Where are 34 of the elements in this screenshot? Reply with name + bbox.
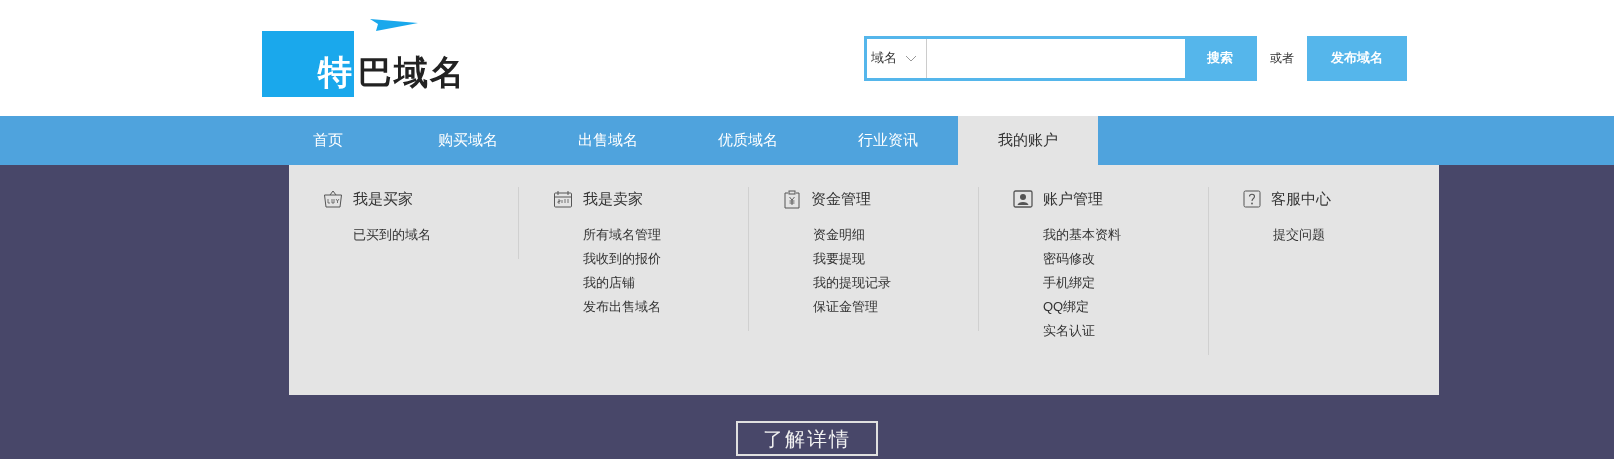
menu-link[interactable]: 我的提现记录 (813, 271, 891, 295)
menu-link[interactable]: 发布出售域名 (583, 295, 661, 319)
menu-link[interactable]: 实名认证 (1043, 319, 1095, 343)
menu-link[interactable]: 手机绑定 (1043, 271, 1095, 295)
menu-link[interactable]: 我的基本资料 (1043, 223, 1121, 247)
menu-link[interactable]: 密码修改 (1043, 247, 1095, 271)
menu-heading: 我是卖家 (583, 188, 643, 209)
menu-link[interactable]: 已买到的域名 (353, 223, 431, 247)
menu-link[interactable]: 我要提现 (813, 247, 865, 271)
menu-link[interactable]: 所有域名管理 (583, 223, 661, 247)
clipboard-icon (783, 189, 801, 209)
menu-heading: 资金管理 (811, 188, 871, 209)
paper-plane-icon (370, 19, 418, 33)
menu-link[interactable]: QQ绑定 (1043, 295, 1090, 319)
menu-link[interactable]: 我的店铺 (583, 271, 635, 295)
category-dropdown[interactable]: 域名 (867, 38, 927, 78)
menu-heading: 我是买家 (353, 188, 413, 209)
menu-link[interactable]: 我收到的报价 (583, 247, 661, 271)
logo-text: 巴域名 (357, 55, 466, 93)
or-label: 或者 (1270, 50, 1294, 67)
help-icon (1243, 190, 1261, 208)
menu-heading: 客服中心 (1271, 188, 1331, 209)
nav-tab[interactable]: 我的账户 (958, 116, 1098, 165)
menu-link[interactable]: 保证金管理 (813, 295, 878, 319)
logo-text: 特 (318, 55, 352, 89)
logo[interactable]: 特 巴域名 (262, 19, 492, 97)
user-profile-icon (1013, 190, 1033, 208)
learn-more-button[interactable]: 了解详情 (736, 421, 878, 456)
shopping-basket-icon (323, 190, 343, 208)
menu-heading: 账户管理 (1043, 188, 1103, 209)
chevron-down-icon (905, 54, 917, 62)
calendar-icon (553, 190, 573, 208)
menu-link[interactable]: 提交问题 (1273, 223, 1325, 247)
menu-link[interactable]: 资金明细 (813, 223, 865, 247)
